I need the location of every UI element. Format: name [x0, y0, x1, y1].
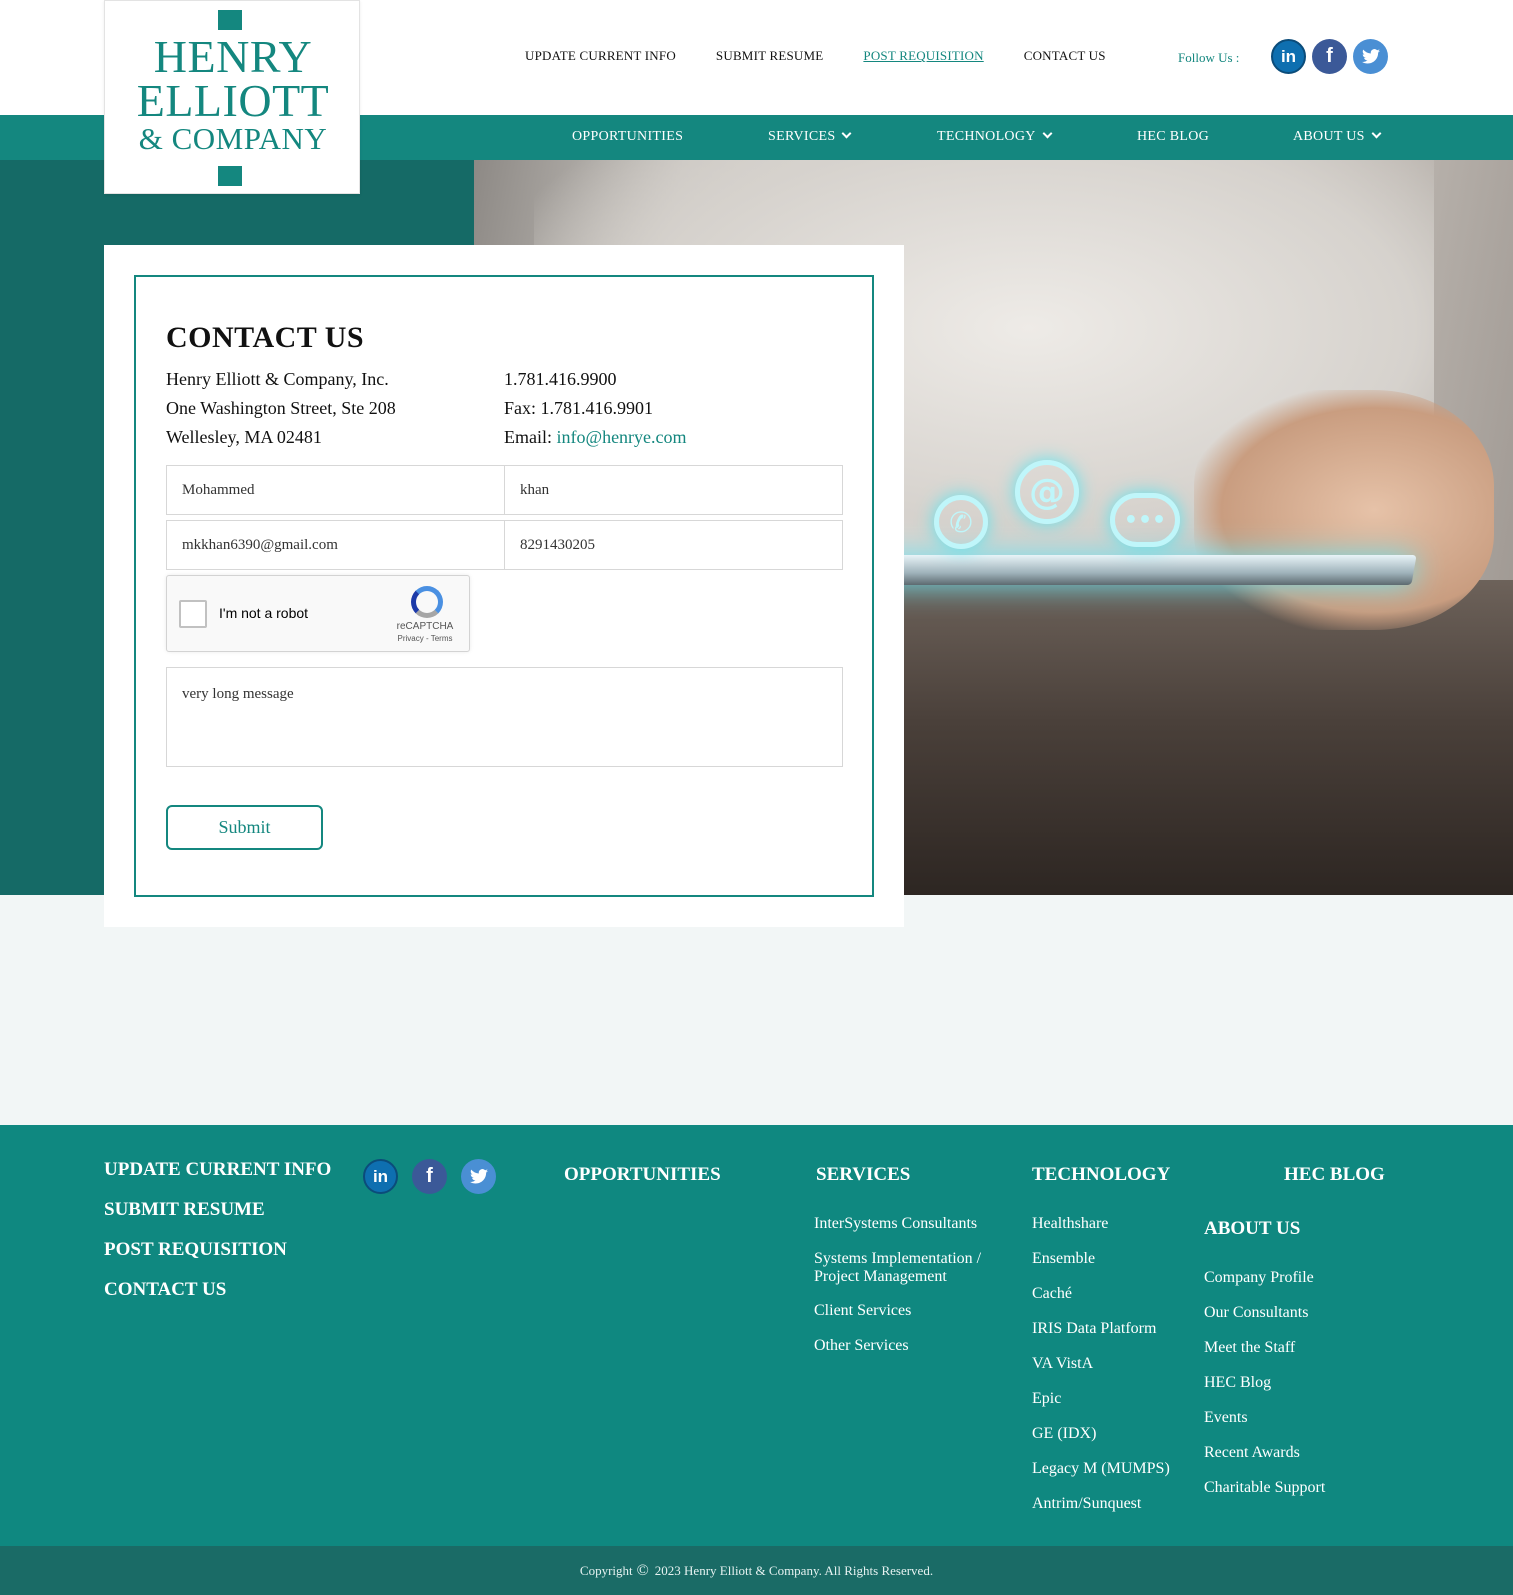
- topnav-contact-us[interactable]: CONTACT US: [1024, 48, 1106, 64]
- email-link[interactable]: info@henrye.com: [557, 427, 687, 447]
- footer-service-client[interactable]: Client Services: [814, 1302, 1004, 1320]
- contact-title: CONTACT US: [166, 321, 365, 354]
- email-field[interactable]: mkkhan6390@gmail.com: [166, 520, 505, 570]
- footer-about-item[interactable]: Meet the Staff: [1204, 1339, 1295, 1357]
- linkedin-icon[interactable]: in: [1271, 39, 1306, 74]
- company-street: One Washington Street, Ste 208: [166, 398, 396, 418]
- footer-tech-item[interactable]: Legacy M (MUMPS): [1032, 1460, 1170, 1478]
- footer-tech-item[interactable]: Ensemble: [1032, 1250, 1095, 1268]
- copyright-prefix: Copyright: [579, 1562, 633, 1578]
- footer-tech-item[interactable]: Healthshare: [1032, 1215, 1108, 1233]
- follow-us-label: Follow Us :: [1178, 50, 1240, 65]
- phone-glow-icon: ✆: [934, 495, 988, 549]
- footer-about-item[interactable]: Our Consultants: [1204, 1304, 1308, 1322]
- message-field[interactable]: very long message: [166, 667, 843, 767]
- footer-opportunities[interactable]: OPPORTUNITIES: [564, 1164, 721, 1186]
- footer-about-item[interactable]: HEC Blog: [1204, 1374, 1271, 1392]
- email-label: Email:: [504, 427, 552, 447]
- recaptcha-checkbox[interactable]: [179, 600, 207, 628]
- footer-tech-item[interactable]: IRIS Data Platform: [1032, 1320, 1156, 1338]
- first-name-field[interactable]: Mohammed: [166, 465, 505, 515]
- footer-service-intersystems[interactable]: InterSystems Consultants: [814, 1215, 1004, 1233]
- footer-link-post-requisition[interactable]: POST REQUISITION: [104, 1239, 287, 1261]
- fax-number: Fax: 1.781.416.9901: [504, 398, 654, 418]
- contact-details: 1.781.416.9900 Fax: 1.781.416.9901 Email…: [504, 365, 687, 452]
- nav-hec-blog[interactable]: HEC BLOG: [1137, 129, 1209, 145]
- footer-service-implementation[interactable]: Systems Implementation / Project Managem…: [814, 1250, 1004, 1286]
- contact-card: CONTACT US Henry Elliott & Company, Inc.…: [104, 245, 904, 927]
- nav-services[interactable]: SERVICES: [768, 128, 852, 145]
- nav-opportunities[interactable]: OPPORTUNITIES: [572, 129, 683, 145]
- footer-about-heading[interactable]: ABOUT US: [1204, 1218, 1300, 1240]
- copyright-text: 2023 Henry Elliott & Company. All Rights…: [654, 1562, 934, 1578]
- top-navigation: UPDATE CURRENT INFO SUBMIT RESUME POST R…: [525, 48, 1146, 64]
- footer-service-other[interactable]: Other Services: [814, 1337, 1004, 1355]
- company-city: Wellesley, MA 02481: [166, 427, 322, 447]
- footer-tech-item[interactable]: Caché: [1032, 1285, 1072, 1303]
- footer-about-item[interactable]: Company Profile: [1204, 1269, 1314, 1287]
- chevron-down-icon: [1371, 128, 1382, 139]
- recaptcha-icon: [411, 586, 443, 618]
- topnav-submit-resume[interactable]: SUBMIT RESUME: [716, 48, 823, 64]
- contact-form-frame: CONTACT US Henry Elliott & Company, Inc.…: [134, 275, 874, 897]
- footer-social-links: in f: [363, 1159, 496, 1194]
- topnav-update-current-info[interactable]: UPDATE CURRENT INFO: [525, 48, 676, 64]
- email-line: Email: info@henrye.com: [504, 423, 687, 452]
- recaptcha-widget: I'm not a robot reCAPTCHA Privacy - Term…: [166, 575, 470, 652]
- logo-line-1: HENRY: [153, 31, 313, 82]
- footer-about-item[interactable]: Charitable Support: [1204, 1479, 1325, 1497]
- phone-field[interactable]: 8291430205: [504, 520, 843, 570]
- chevron-down-icon: [1042, 128, 1053, 139]
- nav-about-us[interactable]: ABOUT US: [1293, 128, 1382, 145]
- footer-tech-item[interactable]: Epic: [1032, 1390, 1061, 1408]
- company-name: Henry Elliott & Company, Inc.: [166, 369, 389, 389]
- footer-tech-item[interactable]: Antrim/Sunquest: [1032, 1495, 1141, 1513]
- logo-square-bottom: [218, 166, 242, 186]
- footer-link-update-current-info[interactable]: UPDATE CURRENT INFO: [104, 1159, 331, 1181]
- footer-link-contact-us[interactable]: CONTACT US: [104, 1279, 226, 1301]
- footer-tech-item[interactable]: GE (IDX): [1032, 1425, 1096, 1443]
- last-name-field[interactable]: khan: [504, 465, 843, 515]
- footer-services-heading[interactable]: SERVICES: [816, 1164, 910, 1186]
- copyright-bar: Copyright © 2023 Henry Elliott & Company…: [0, 1546, 1513, 1595]
- header-social-links: in f: [1271, 39, 1388, 74]
- company-logo[interactable]: HENRY ELLIOTT & COMPANY: [104, 0, 360, 194]
- chat-bubble-glow-icon: •••: [1110, 493, 1180, 547]
- recaptcha-label: I'm not a robot: [219, 605, 309, 621]
- logo-square-top: [218, 10, 242, 30]
- recaptcha-brand: reCAPTCHA: [396, 621, 454, 632]
- footer-link-submit-resume[interactable]: SUBMIT RESUME: [104, 1199, 265, 1221]
- linkedin-icon[interactable]: in: [363, 1159, 398, 1194]
- footer-hec-blog[interactable]: HEC BLOG: [1284, 1164, 1385, 1186]
- footer-technology-heading[interactable]: TECHNOLOGY: [1032, 1164, 1170, 1186]
- nav-technology[interactable]: TECHNOLOGY: [937, 128, 1053, 145]
- topnav-post-requisition[interactable]: POST REQUISITION: [863, 48, 983, 64]
- copyright-icon: ©: [636, 1561, 649, 1579]
- recaptcha-terms[interactable]: Privacy - Terms: [395, 634, 455, 643]
- logo-line-2: ELLIOTT: [136, 75, 330, 126]
- logo-line-3: & COMPANY: [138, 121, 328, 156]
- submit-button[interactable]: Submit: [166, 805, 323, 850]
- phone-number: 1.781.416.9900: [504, 369, 617, 389]
- footer-about-item[interactable]: Recent Awards: [1204, 1444, 1300, 1462]
- company-address: Henry Elliott & Company, Inc. One Washin…: [166, 365, 396, 452]
- facebook-icon[interactable]: f: [1312, 39, 1347, 74]
- footer-about-item[interactable]: Events: [1204, 1409, 1248, 1427]
- at-sign-glow-icon: @: [1015, 460, 1079, 524]
- footer-tech-item[interactable]: VA VistA: [1032, 1355, 1093, 1373]
- twitter-icon[interactable]: [461, 1159, 496, 1194]
- chevron-down-icon: [841, 128, 852, 139]
- footer: UPDATE CURRENT INFO SUBMIT RESUME POST R…: [0, 1125, 1513, 1546]
- twitter-icon[interactable]: [1353, 39, 1388, 74]
- facebook-icon[interactable]: f: [412, 1159, 447, 1194]
